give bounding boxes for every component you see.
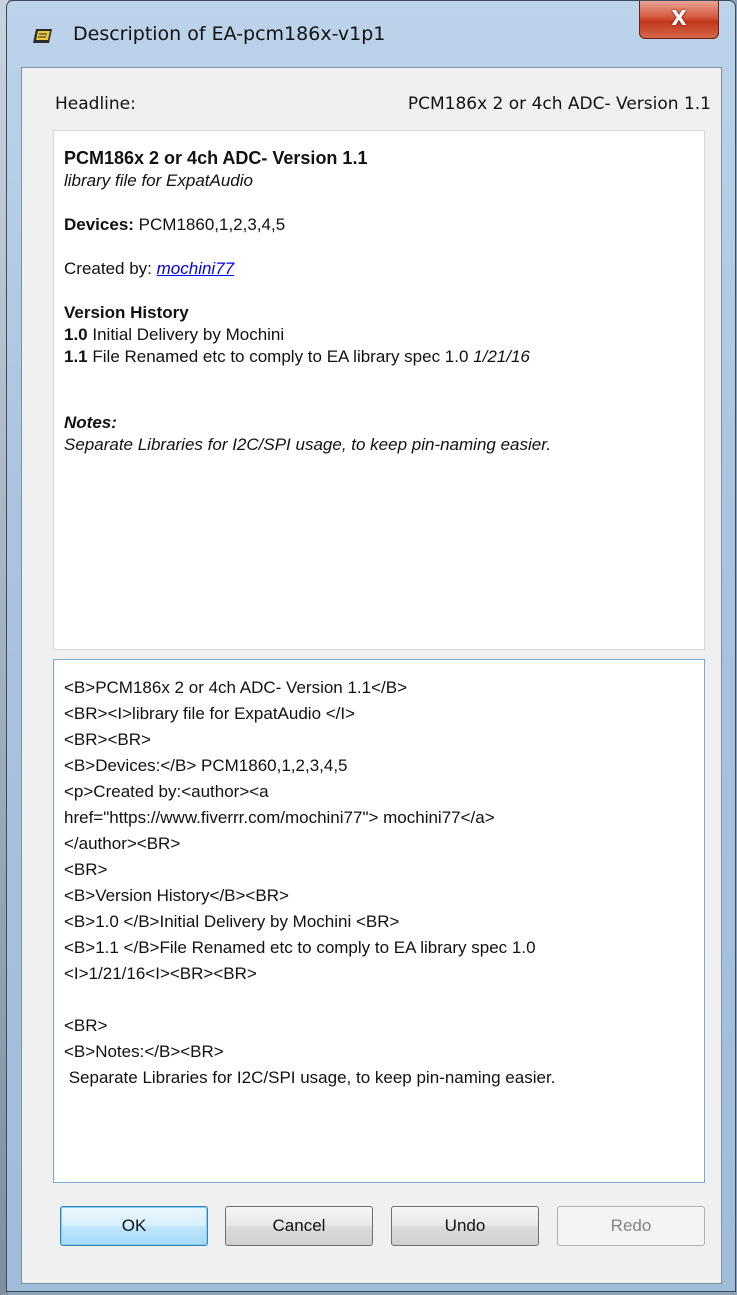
headline-label: Headline: [55, 94, 136, 114]
library-book-icon [33, 29, 52, 43]
description-source-editor[interactable]: <B>PCM186x 2 or 4ch ADC- Version 1.1</B>… [53, 659, 705, 1183]
preview-created-by: Created by: mochini77 [64, 259, 235, 278]
preview-devices: Devices: PCM1860,1,2,3,4,5 [64, 215, 286, 234]
preview-notes-heading: Notes: [64, 413, 117, 432]
preview-subtitle: library file for ExpatAudio [64, 171, 253, 190]
window-title: Description of EA-pcm186x-v1p1 [73, 23, 386, 45]
cancel-button[interactable]: Cancel [225, 1206, 373, 1246]
preview-version-1-0: 1.0 Initial Delivery by Mochini [64, 325, 285, 344]
undo-button[interactable]: Undo [391, 1206, 539, 1246]
ok-button[interactable]: OK [60, 1206, 208, 1246]
redo-button[interactable]: Redo [557, 1206, 705, 1246]
preview-title: PCM186x 2 or 4ch ADC- Version 1.1 [64, 148, 368, 168]
dialog-client-area: Headline: PCM186x 2 or 4ch ADC- Version … [21, 67, 722, 1284]
preview-version-history-heading: Version History [64, 303, 189, 322]
description-preview: PCM186x 2 or 4ch ADC- Version 1.1 librar… [53, 130, 705, 650]
headline-value: PCM186x 2 or 4ch ADC- Version 1.1 [407, 94, 711, 114]
close-button[interactable]: X [639, 1, 719, 39]
preview-version-1-1: 1.1 File Renamed etc to comply to EA lib… [64, 347, 530, 366]
title-bar[interactable]: Description of EA-pcm186x-v1p1 X [7, 1, 735, 67]
preview-notes-text: Separate Libraries for I2C/SPI usage, to… [64, 435, 551, 454]
author-link[interactable]: mochini77 [157, 259, 235, 278]
close-icon: X [671, 6, 687, 30]
description-dialog: Description of EA-pcm186x-v1p1 X Headlin… [6, 0, 736, 1292]
